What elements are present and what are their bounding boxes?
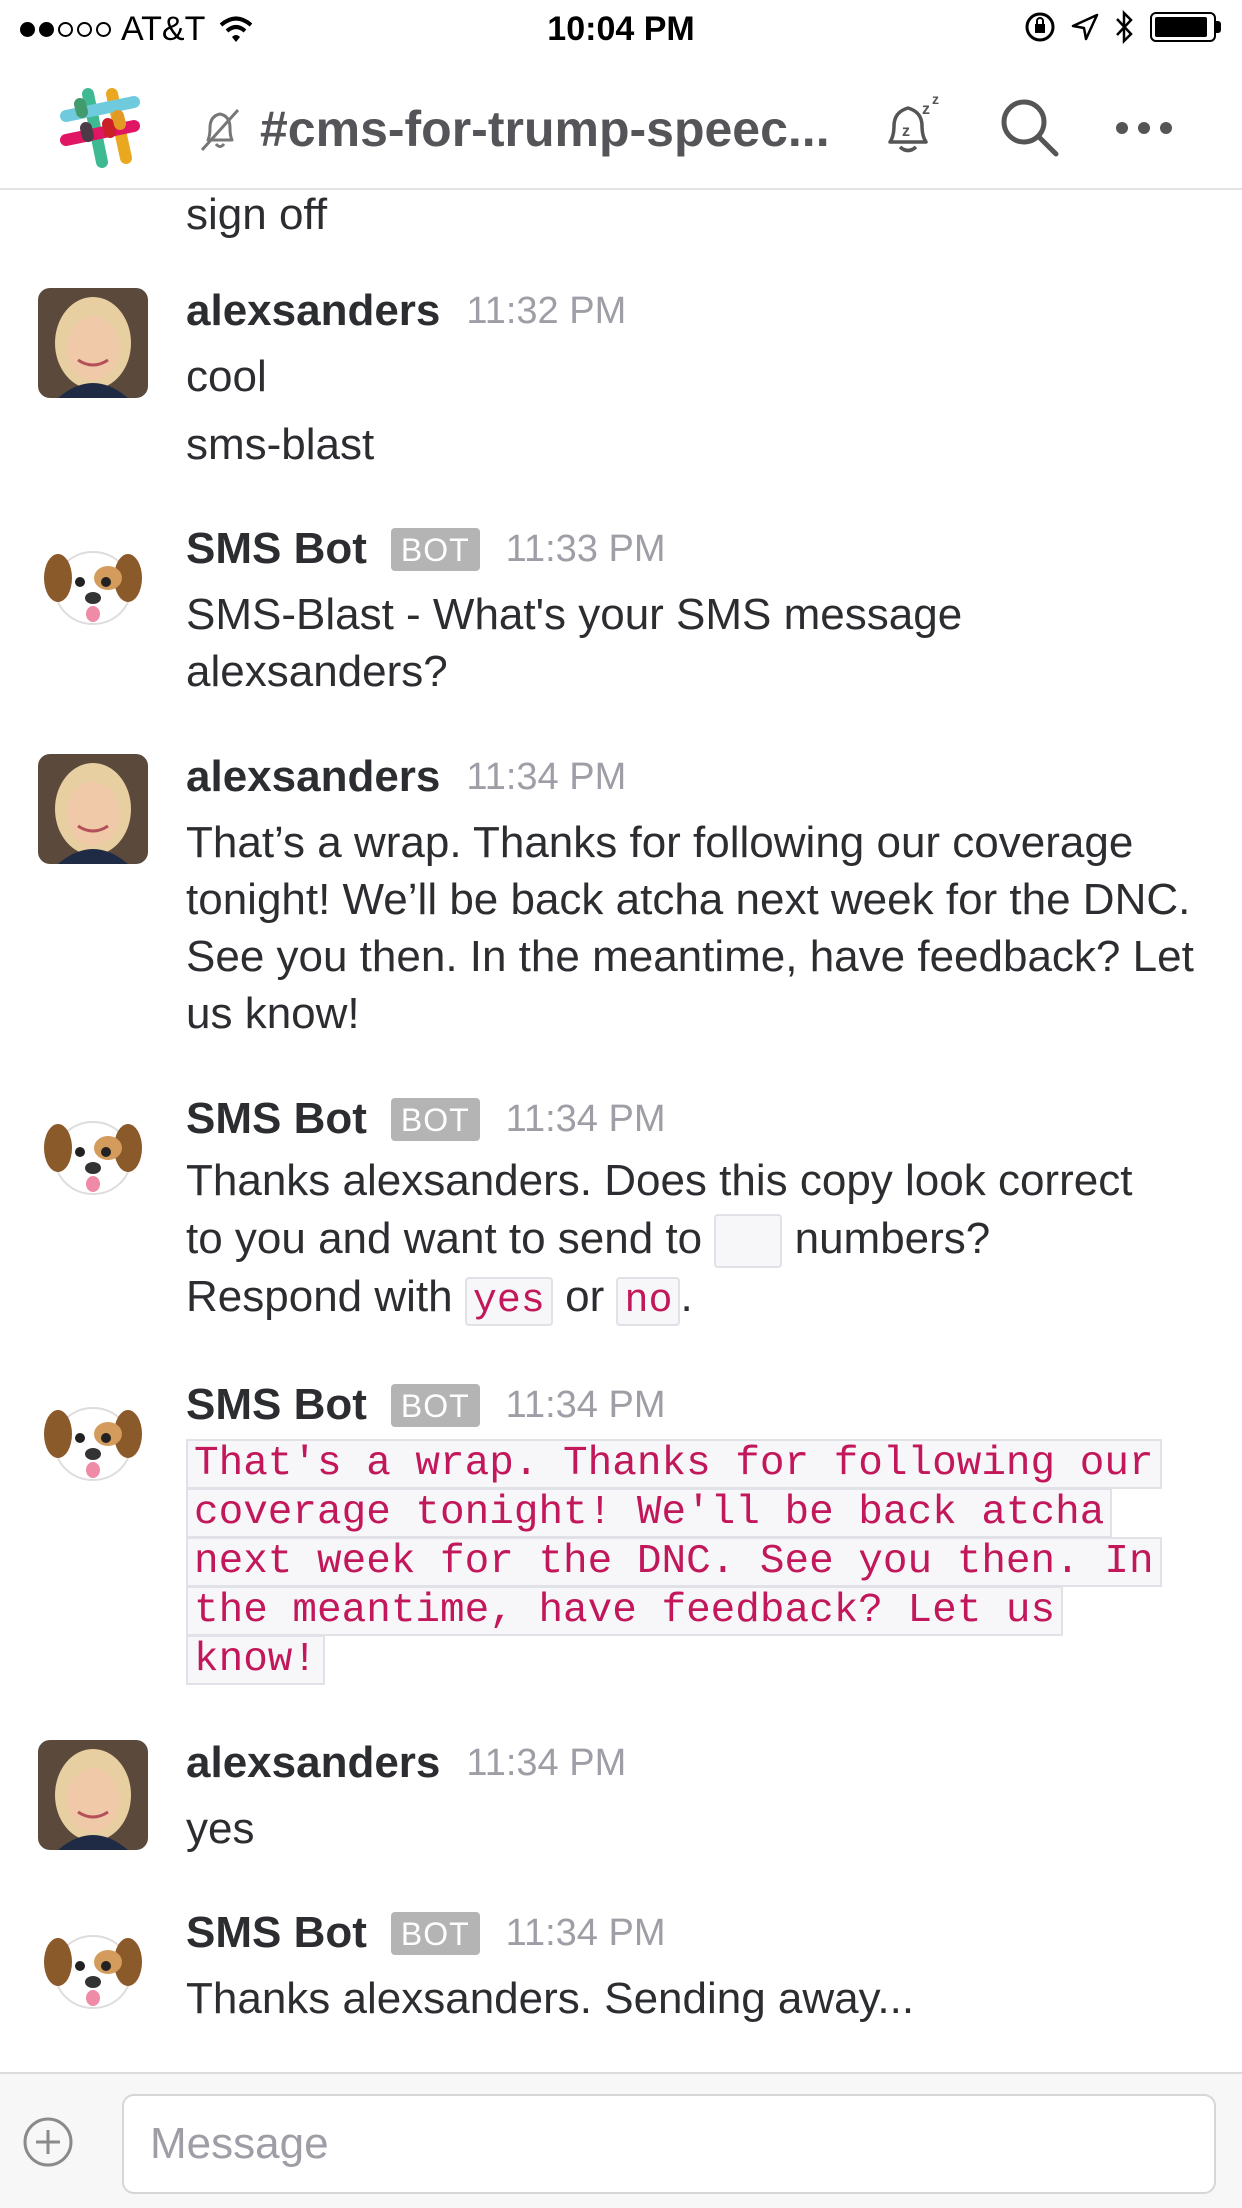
bot-badge: BOT	[390, 1097, 480, 1141]
slack-logo-icon[interactable]	[58, 86, 142, 170]
battery-icon	[1150, 11, 1224, 43]
code-line: coverage tonight! We'll be back atcha	[186, 1488, 1113, 1538]
code-line: next week for the DNC. See you then. In	[186, 1537, 1162, 1587]
message-text: SMS-Blast - What's your SMS message alex…	[186, 590, 963, 696]
bot-badge: BOT	[390, 1911, 480, 1955]
avatar[interactable]	[38, 288, 148, 398]
message-composer	[0, 2072, 1242, 2208]
add-attachment-button[interactable]	[22, 2116, 74, 2168]
code-line: the meantime, have feedback? Let us	[186, 1586, 1064, 1636]
message-list[interactable]: sign off alexsanders 11:32 PM cool sms-b…	[0, 190, 1242, 2072]
message-text: sms-blast	[186, 420, 375, 469]
message-text-fragment: Respond with	[186, 1272, 453, 1321]
message-text: Thanks alexsanders. Sending away...	[186, 1974, 915, 2023]
message-input[interactable]	[122, 2094, 1216, 2194]
inline-code-empty	[714, 1214, 783, 1269]
message-text-fragment: .	[680, 1272, 693, 1321]
location-arrow-icon	[1071, 13, 1099, 41]
message-timestamp: 11:34 PM	[505, 1097, 666, 1140]
message-author[interactable]: SMS Bot	[186, 1380, 367, 1430]
inline-code-no: no	[616, 1277, 681, 1326]
code-block: That's a wrap. Thanks for following our …	[186, 1439, 1210, 1685]
muted-bell-icon	[200, 108, 240, 152]
search-icon[interactable]	[998, 96, 1060, 158]
code-line: know!	[186, 1635, 326, 1685]
more-icon[interactable]	[1114, 118, 1174, 138]
channel-title[interactable]: #cms-for-trump-speec...	[260, 100, 860, 158]
channel-header: #cms-for-trump-speec... z z z	[0, 62, 1242, 190]
bot-avatar[interactable]	[38, 532, 148, 642]
message-timestamp: 11:34 PM	[466, 1741, 627, 1784]
message-timestamp: 11:34 PM	[505, 1911, 666, 1954]
svg-text:z: z	[902, 123, 910, 140]
snooze-icon[interactable]: z z z	[882, 92, 946, 158]
bluetooth-icon	[1116, 10, 1133, 44]
avatar[interactable]	[38, 1740, 148, 1850]
avatar[interactable]	[38, 754, 148, 864]
bot-badge: BOT	[390, 1383, 480, 1427]
svg-text:z: z	[922, 101, 930, 118]
message-text: Thanks alexsanders. Does this copy look …	[186, 1156, 1133, 1205]
message-text: That’s a wrap. Thanks for following our …	[186, 818, 1194, 1038]
bot-badge: BOT	[390, 527, 480, 571]
message-author[interactable]: alexsanders	[186, 286, 440, 336]
bot-avatar[interactable]	[38, 1102, 148, 1212]
message-text-fragment: numbers?	[794, 1214, 991, 1263]
message-timestamp: 11:32 PM	[466, 289, 627, 332]
bot-avatar[interactable]	[38, 1916, 148, 2026]
message-author[interactable]: SMS Bot	[186, 1094, 367, 1144]
message-text-fragment: to you and want to send to	[186, 1214, 703, 1263]
code-line: That's a wrap. Thanks for following our	[186, 1439, 1162, 1489]
bot-avatar[interactable]	[38, 1388, 148, 1498]
message-author[interactable]: alexsanders	[186, 1738, 440, 1788]
message-text: Respond with yes or no.	[186, 1272, 693, 1326]
status-bar: AT&T 10:04 PM	[0, 0, 1242, 60]
rotation-lock-icon	[1025, 12, 1055, 42]
message-text: to you and want to send to numbers?	[186, 1214, 991, 1269]
svg-text:z: z	[932, 92, 939, 107]
message-timestamp: 11:33 PM	[505, 527, 666, 570]
message-timestamp: 11:34 PM	[505, 1383, 666, 1426]
message-author[interactable]: SMS Bot	[186, 1908, 367, 1958]
message-text: yes	[186, 1804, 255, 1853]
message-text: sign off	[186, 190, 328, 239]
message-author[interactable]: SMS Bot	[186, 524, 367, 574]
message-timestamp: 11:34 PM	[466, 755, 627, 798]
message-text: cool	[186, 352, 267, 401]
message-text-fragment: or	[565, 1272, 605, 1321]
message-author[interactable]: alexsanders	[186, 752, 440, 802]
inline-code-yes: yes	[464, 1277, 553, 1326]
